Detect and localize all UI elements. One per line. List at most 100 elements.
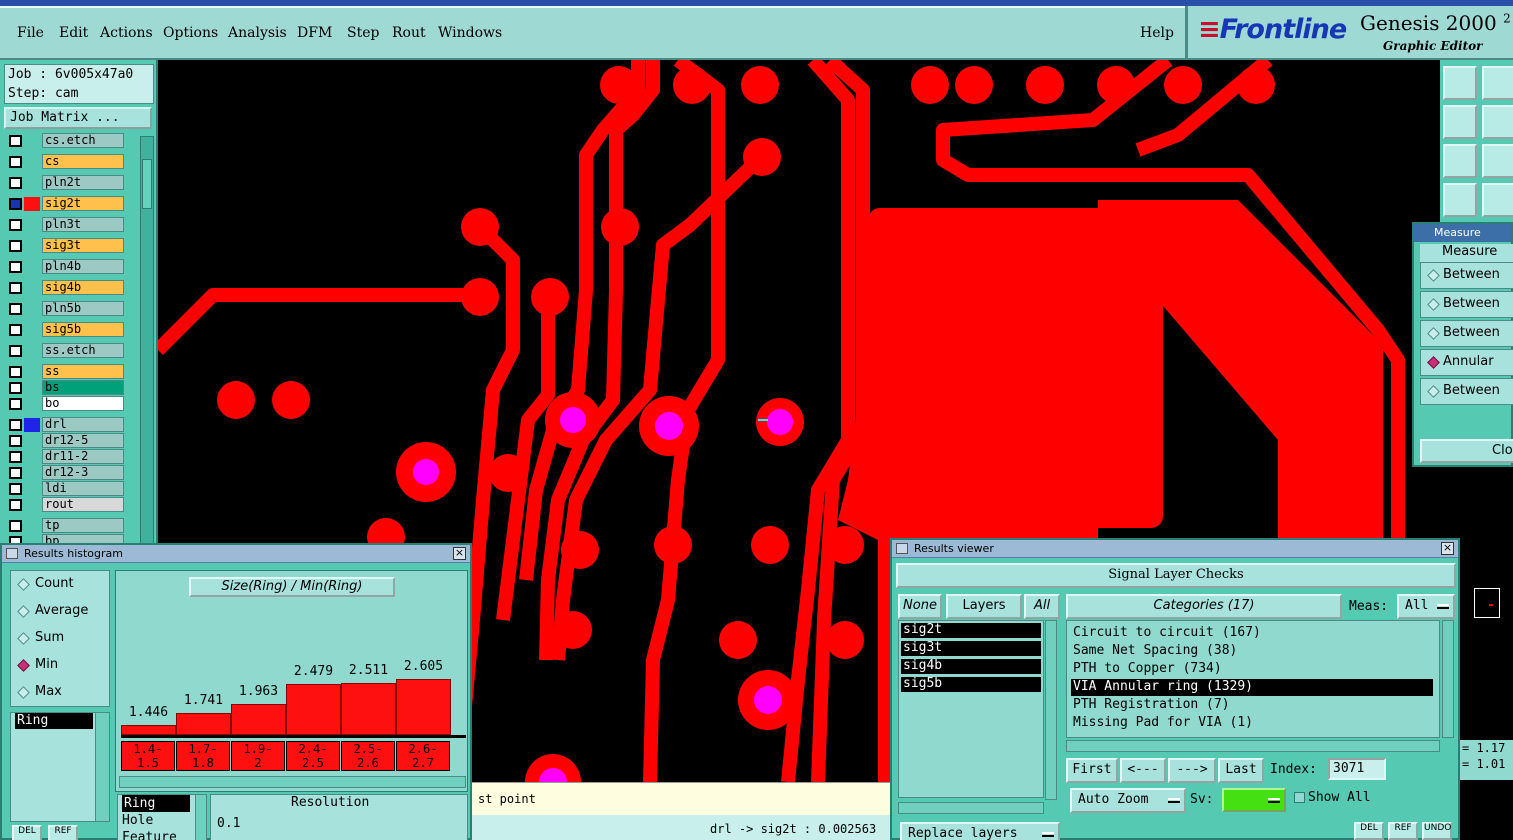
layer-row[interactable]: cs.etch xyxy=(4,132,140,150)
all-button[interactable]: All xyxy=(1024,594,1060,619)
list-scrollbar[interactable] xyxy=(95,713,109,821)
layer-checkbox[interactable] xyxy=(9,198,22,210)
layer-checkbox[interactable] xyxy=(9,398,22,410)
histogram-bar[interactable] xyxy=(121,725,176,735)
menu-options[interactable]: Options xyxy=(163,25,218,41)
layer-checkbox[interactable] xyxy=(9,419,22,431)
scroll-thumb[interactable] xyxy=(142,159,152,209)
layer-checkbox[interactable] xyxy=(9,156,22,168)
zoom-in-icon[interactable] xyxy=(1443,66,1477,100)
list-item-selected[interactable]: Ring xyxy=(122,795,190,812)
histogram-bar[interactable] xyxy=(286,684,341,735)
category-item[interactable]: Circuit to circuit (167) xyxy=(1071,625,1433,642)
pan-right-icon[interactable] xyxy=(1482,105,1513,139)
histogram-bar[interactable] xyxy=(396,679,451,735)
close-button[interactable]: Clo xyxy=(1420,439,1513,463)
del-button[interactable]: DEL xyxy=(12,825,42,840)
auto-zoom-dropdown[interactable]: Auto Zoom xyxy=(1070,788,1186,813)
histogram-bar[interactable] xyxy=(176,713,231,735)
layer-checkbox[interactable] xyxy=(9,177,22,189)
layer-row[interactable]: cs xyxy=(4,153,140,171)
zoom-out-icon[interactable] xyxy=(1482,66,1513,100)
layer-list-hscrollbar[interactable] xyxy=(898,802,1044,814)
category-list-scrollbar[interactable] xyxy=(1442,620,1454,738)
job-matrix-button[interactable]: Job Matrix ... xyxy=(4,107,152,129)
mode-min[interactable]: Min xyxy=(11,652,111,679)
layers-button[interactable]: Layers xyxy=(946,594,1022,619)
histogram-bar[interactable] xyxy=(341,683,396,735)
mode-max[interactable]: Max xyxy=(11,679,111,706)
next-button[interactable]: ---> xyxy=(1168,758,1216,783)
layer-row[interactable]: sig2t xyxy=(4,195,140,213)
zoom-fit-icon[interactable] xyxy=(1443,144,1477,178)
layer-row[interactable]: sig3t xyxy=(4,237,140,255)
layer-checkbox[interactable] xyxy=(9,303,22,315)
layer-row[interactable]: ss.etch xyxy=(4,342,140,360)
layer-checkbox[interactable] xyxy=(9,435,22,447)
undo-button[interactable]: UNDO xyxy=(1422,822,1452,840)
layer-checkbox[interactable] xyxy=(9,135,22,147)
layer-row[interactable]: pln2t xyxy=(4,174,140,192)
layer-row[interactable]: bo xyxy=(4,395,140,413)
list-item[interactable]: Hole xyxy=(122,812,206,829)
category-item[interactable]: PTH to Copper (734) xyxy=(1071,661,1433,678)
list-item-selected[interactable]: Ring xyxy=(15,713,93,729)
measure-option[interactable]: Between xyxy=(1420,320,1513,347)
menu-windows[interactable]: Windows xyxy=(438,25,502,41)
layer-checkbox[interactable] xyxy=(9,499,22,511)
replace-layers-dropdown[interactable]: Replace layers xyxy=(900,822,1060,840)
result-layer-item[interactable]: sig5b xyxy=(901,677,1041,692)
histogram-scrollbar[interactable] xyxy=(119,776,466,788)
result-layer-item[interactable]: sig2t xyxy=(901,623,1041,638)
prev-button[interactable]: <--- xyxy=(1120,758,1166,783)
menu-actions[interactable]: Actions xyxy=(100,25,153,41)
window-menu-icon[interactable] xyxy=(6,548,18,559)
menu-dfm[interactable]: DFM xyxy=(297,25,332,41)
layer-row[interactable]: rout xyxy=(4,496,140,514)
measure-tool-icon[interactable] xyxy=(1443,183,1477,217)
layer-row[interactable]: sig5b xyxy=(4,321,140,339)
meas-dropdown[interactable]: All xyxy=(1397,594,1455,619)
layer-list-scrollbar[interactable] xyxy=(140,136,154,545)
layer-checkbox[interactable] xyxy=(9,451,22,463)
layer-row[interactable]: pln5b xyxy=(4,300,140,318)
mode-count[interactable]: Count xyxy=(11,571,111,598)
ref-button[interactable]: REF xyxy=(1388,822,1418,840)
del-button[interactable]: DEL xyxy=(1354,822,1384,840)
layer-row[interactable]: sig4b xyxy=(4,279,140,297)
close-icon[interactable]: × xyxy=(453,547,466,560)
measure-option[interactable]: Between xyxy=(1420,378,1513,405)
layer-checkbox[interactable] xyxy=(9,366,22,378)
layer-checkbox[interactable] xyxy=(9,219,22,231)
menu-step[interactable]: Step xyxy=(347,25,379,41)
snap-tool-icon[interactable] xyxy=(1482,183,1513,217)
layer-checkbox[interactable] xyxy=(9,467,22,479)
first-button[interactable]: First xyxy=(1066,758,1118,783)
zoom-center-icon[interactable] xyxy=(1482,144,1513,178)
category-item[interactable]: Missing Pad for VIA (1) xyxy=(1071,715,1433,732)
layer-list-scrollbar[interactable] xyxy=(1045,620,1057,800)
pan-left-icon[interactable] xyxy=(1443,105,1477,139)
type-list-scrollbar[interactable] xyxy=(195,794,207,840)
layer-checkbox[interactable] xyxy=(9,382,22,394)
close-icon[interactable]: × xyxy=(1441,542,1454,555)
menu-file[interactable]: File xyxy=(17,25,44,41)
category-item[interactable]: Same Net Spacing (38) xyxy=(1071,643,1433,660)
none-button[interactable]: None xyxy=(898,594,942,619)
window-menu-icon[interactable] xyxy=(896,543,908,554)
measure-option[interactable]: Between xyxy=(1420,291,1513,318)
menu-rout[interactable]: Rout xyxy=(392,25,426,41)
result-layer-item[interactable]: sig4b xyxy=(901,659,1041,674)
result-layer-item[interactable]: sig3t xyxy=(901,641,1041,656)
layer-checkbox[interactable] xyxy=(9,520,22,532)
layer-checkbox[interactable] xyxy=(9,240,22,252)
mode-average[interactable]: Average xyxy=(11,598,111,625)
menu-help[interactable]: Help xyxy=(1140,25,1174,41)
layer-checkbox[interactable] xyxy=(9,324,22,336)
layer-checkbox[interactable] xyxy=(9,345,22,357)
layer-checkbox[interactable] xyxy=(9,282,22,294)
histogram-bar[interactable] xyxy=(231,704,286,735)
layer-row[interactable]: pln3t xyxy=(4,216,140,234)
layer-checkbox[interactable] xyxy=(9,483,22,495)
mode-sum[interactable]: Sum xyxy=(11,625,111,652)
